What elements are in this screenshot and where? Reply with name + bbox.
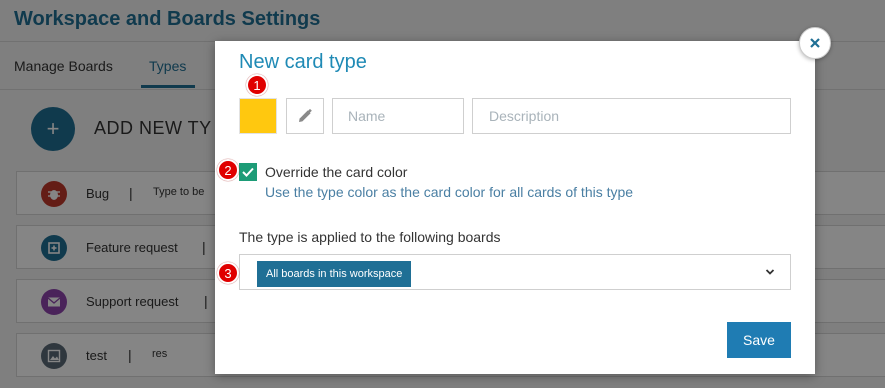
board-chip[interactable]: All boards in this workspace	[257, 261, 412, 287]
boards-select[interactable]: All boards in this workspace	[239, 254, 791, 290]
name-input[interactable]	[332, 98, 464, 134]
edit-color-button[interactable]	[286, 98, 324, 134]
checkmark-icon	[242, 167, 254, 177]
close-icon	[810, 38, 820, 48]
chevron-down-icon[interactable]	[764, 266, 776, 278]
override-color-checkbox[interactable]	[239, 163, 257, 181]
override-color-hint: Use the type color as the card color for…	[265, 184, 634, 200]
annotation-marker-3: 3	[217, 262, 239, 284]
override-color-label[interactable]: Override the card color	[265, 164, 407, 180]
close-button[interactable]	[799, 27, 831, 59]
pencil-icon	[299, 108, 312, 122]
dialog-title: New card type	[239, 51, 367, 73]
description-input[interactable]	[472, 98, 791, 134]
annotation-marker-2: 2	[217, 159, 239, 181]
boards-label: The type is applied to the following boa…	[239, 229, 501, 245]
annotation-marker-1: 1	[246, 74, 268, 96]
save-button[interactable]: Save	[727, 322, 791, 358]
type-color-swatch[interactable]	[239, 98, 277, 134]
new-card-type-dialog: New card type Override the card color Us…	[215, 41, 815, 374]
